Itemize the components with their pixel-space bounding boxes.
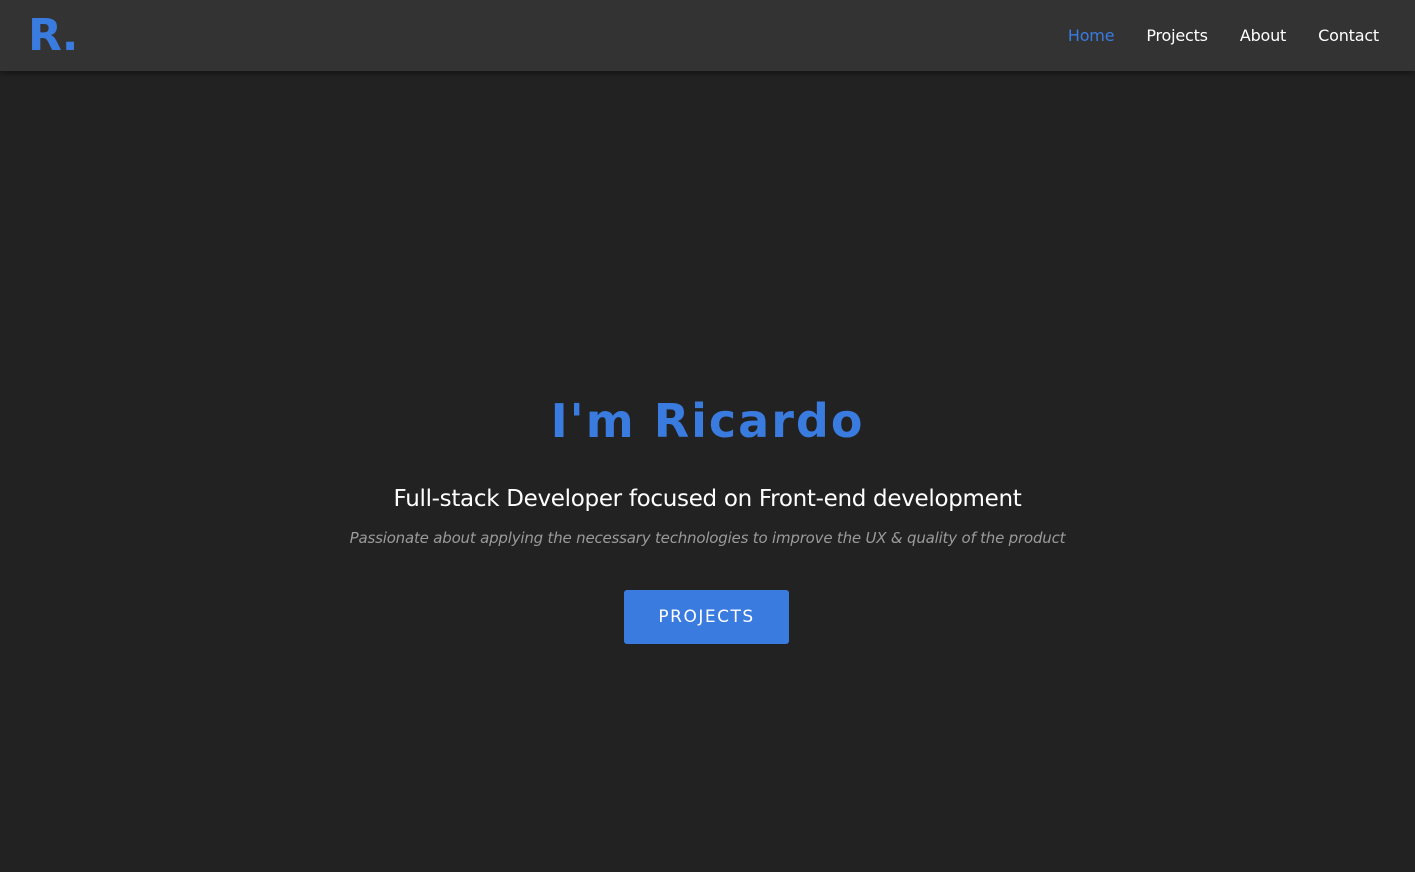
nav-link-home[interactable]: Home (1068, 26, 1115, 45)
logo[interactable]: R. (28, 9, 78, 63)
navbar: R. Home Projects About Contact (0, 0, 1415, 71)
hero-section: I'm Ricardo Full-stack Developer focused… (0, 71, 1415, 872)
hero-tagline: Passionate about applying the necessary … (349, 529, 1066, 547)
nav-link-contact[interactable]: Contact (1318, 26, 1379, 45)
hero-subtitle: Full-stack Developer focused on Front-en… (393, 486, 1022, 512)
projects-button[interactable]: PROJECTS (624, 590, 789, 644)
nav-links: Home Projects About Contact (1036, 0, 1379, 71)
hero-title: I'm Ricardo (550, 394, 865, 448)
nav-link-about[interactable]: About (1240, 26, 1287, 45)
nav-link-projects[interactable]: Projects (1146, 26, 1208, 45)
